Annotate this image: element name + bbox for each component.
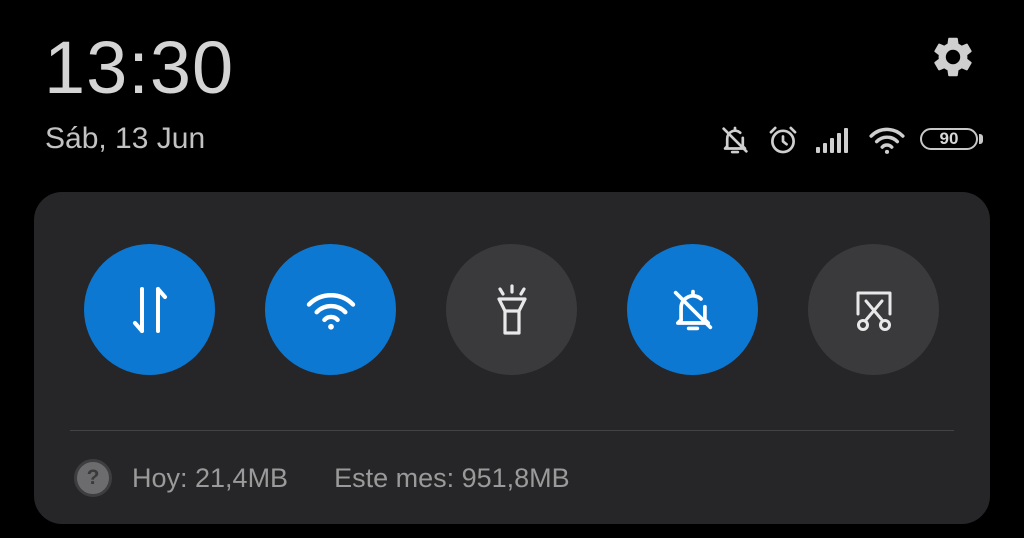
status-icons: 90: [718, 120, 984, 160]
gear-icon: [934, 37, 972, 77]
mobile-data-toggle[interactable]: [84, 244, 215, 375]
scissors-icon: [856, 291, 891, 331]
bell-off-icon: [673, 289, 712, 330]
screenshot-toggle[interactable]: [808, 244, 939, 375]
wifi-icon: [306, 292, 355, 330]
battery-tip: [979, 134, 983, 144]
flashlight-toggle[interactable]: [446, 244, 577, 375]
clock[interactable]: 13:30: [44, 26, 234, 110]
help-button[interactable]: ?: [74, 459, 112, 497]
bell-off-icon: [718, 123, 752, 157]
panel-divider: [70, 430, 954, 431]
wifi-toggle[interactable]: [265, 244, 396, 375]
quick-settings-panel: ? Hoy: 21,4MB Este mes: 951,8MB: [34, 192, 990, 524]
settings-button[interactable]: [926, 30, 980, 84]
wifi-icon: [868, 124, 906, 156]
data-usage: ? Hoy: 21,4MB Este mes: 951,8MB: [74, 457, 570, 499]
silent-toggle[interactable]: [627, 244, 758, 375]
flashlight-icon: [496, 283, 527, 335]
signal-icon: [814, 125, 854, 155]
battery-level: 90: [939, 129, 959, 148]
quick-tiles: [84, 244, 939, 375]
data-arrows-icon: [132, 286, 167, 333]
battery-icon: 90: [920, 126, 984, 154]
alarm-clock-icon: [766, 123, 800, 157]
usage-today: Hoy: 21,4MB: [132, 462, 289, 493]
date-label[interactable]: Sáb, 13 Jun: [45, 121, 205, 157]
usage-month: Este mes: 951,8MB: [334, 462, 570, 493]
